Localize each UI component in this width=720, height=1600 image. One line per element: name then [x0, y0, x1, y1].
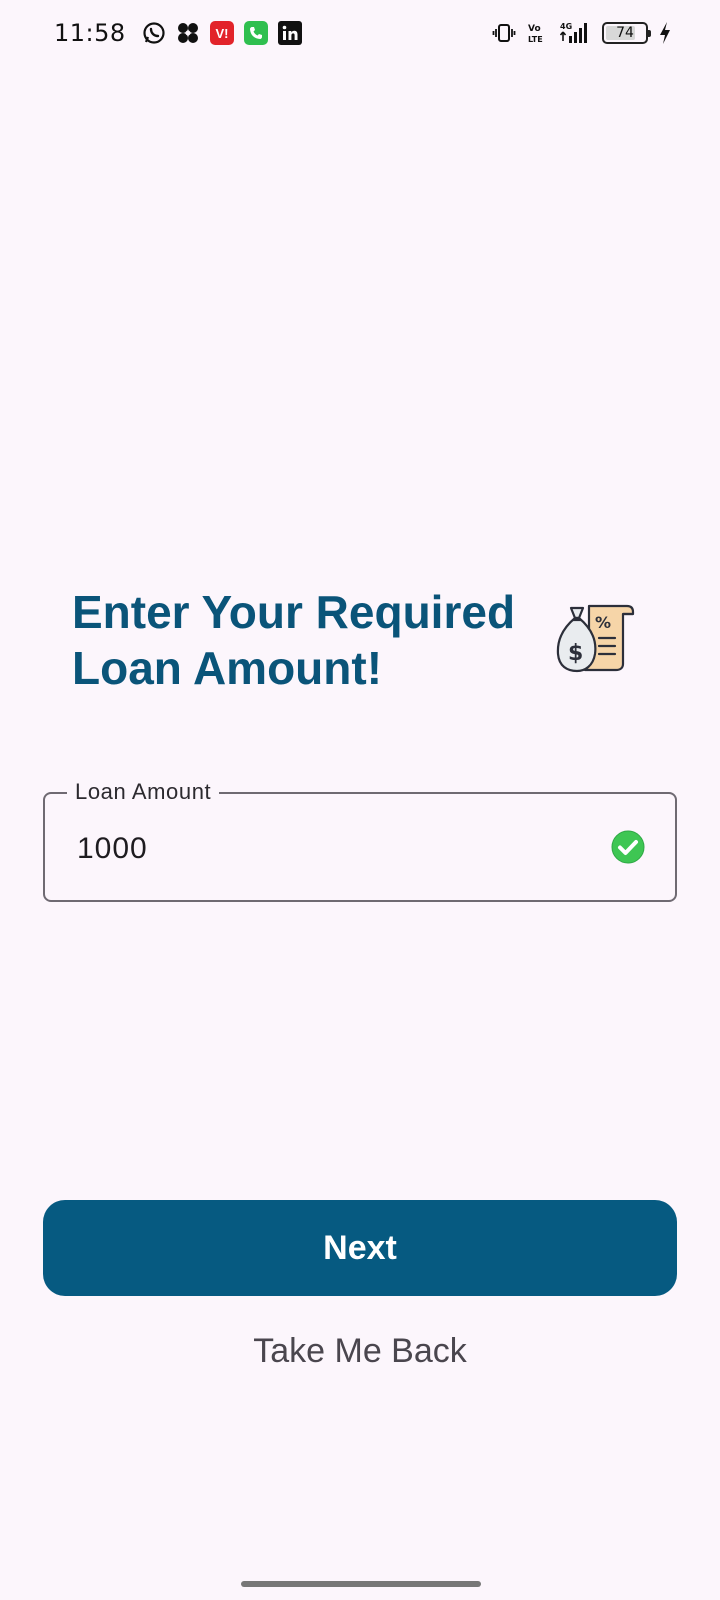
- svg-text:4G: 4G: [560, 22, 572, 31]
- svg-text:Vo: Vo: [528, 24, 541, 34]
- page-title: Enter Your Required Loan Amount!: [72, 586, 516, 694]
- money-bag-receipt-icon: % $: [555, 598, 645, 680]
- linkedin-icon: [277, 21, 302, 45]
- status-left: 11:58 V!: [54, 19, 302, 47]
- svg-text:$: $: [568, 641, 583, 666]
- take-me-back-link[interactable]: Take Me Back: [0, 1332, 720, 1371]
- home-indicator[interactable]: [241, 1581, 481, 1587]
- battery-level: 74: [616, 25, 634, 41]
- svg-text:V!: V!: [215, 26, 228, 41]
- check-circle-icon: [611, 830, 645, 864]
- loan-amount-label: Loan Amount: [67, 779, 220, 805]
- battery-indicator: 74: [602, 22, 651, 44]
- svg-text:%: %: [595, 613, 611, 632]
- loan-amount-field[interactable]: Loan Amount 1000: [43, 779, 677, 902]
- volte-icon: Vo LTE: [526, 21, 550, 45]
- whatsapp-icon: [142, 21, 166, 45]
- phone-icon: [243, 21, 268, 45]
- clock: 11:58: [54, 19, 126, 47]
- loan-amount-input[interactable]: 1000: [77, 832, 148, 866]
- svg-text:LTE: LTE: [528, 35, 543, 44]
- charging-icon: [658, 21, 672, 45]
- vi-icon: V!: [209, 21, 234, 45]
- vibrate-icon: [492, 21, 516, 45]
- next-button[interactable]: Next: [43, 1200, 677, 1296]
- status-right: Vo LTE 4G 74: [492, 21, 672, 45]
- pinwheel-icon: [176, 21, 200, 45]
- signal-icon: 4G: [560, 21, 592, 45]
- status-bar: 11:58 V! Vo LTE 4G 74: [0, 0, 720, 66]
- screen: 11:58 V! Vo LTE 4G 74 Enter Your Require…: [0, 0, 720, 1600]
